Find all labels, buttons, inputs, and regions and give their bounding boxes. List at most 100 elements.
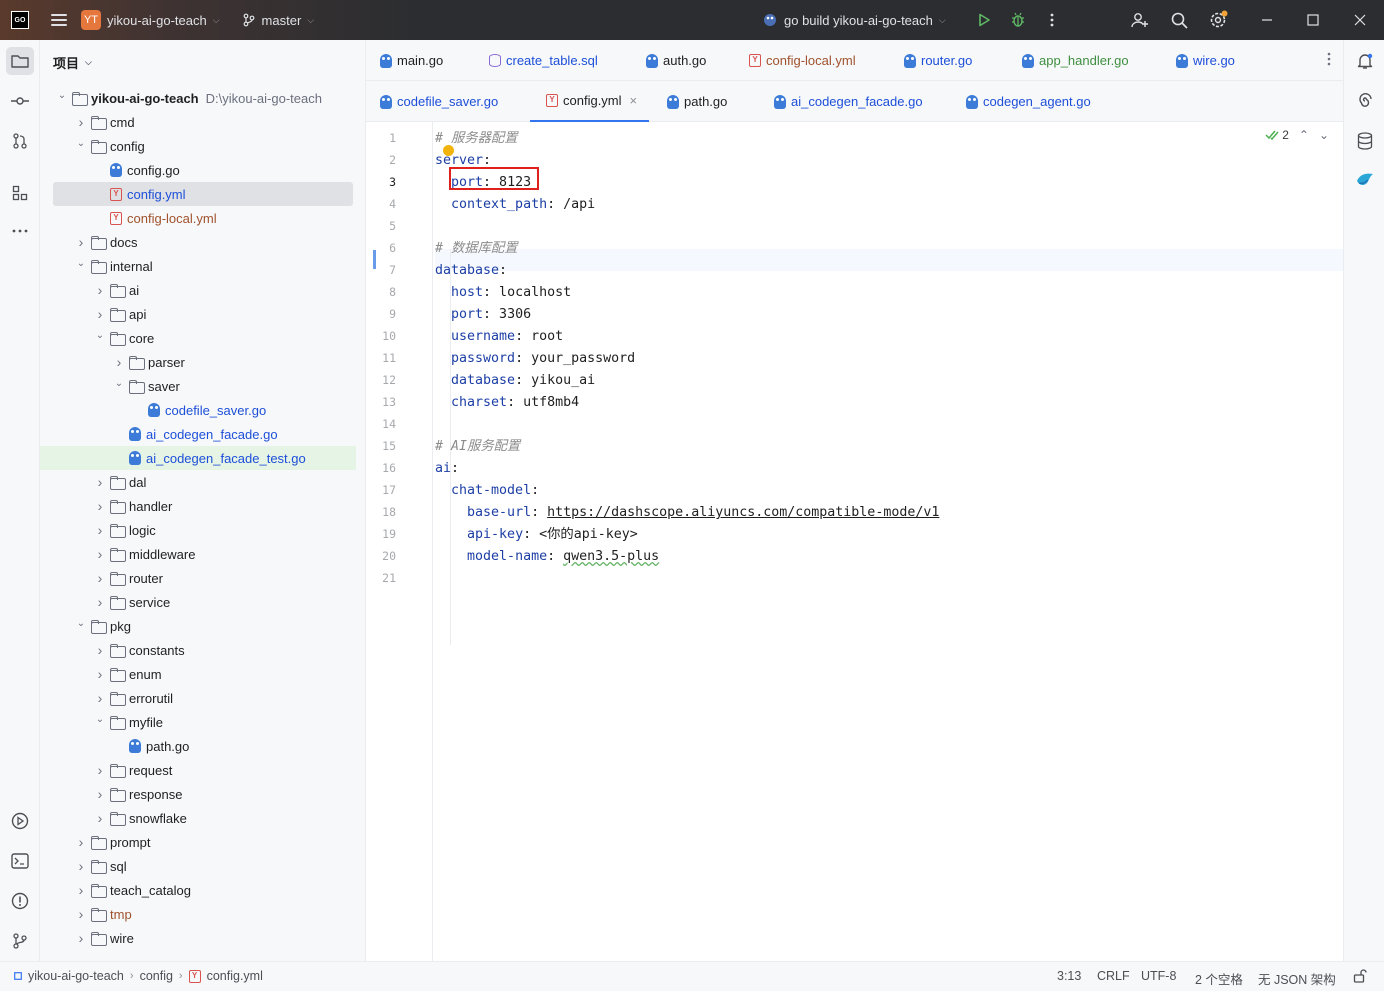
chevron-right-icon[interactable]: › xyxy=(94,690,106,706)
tree-folder[interactable]: › service xyxy=(40,590,356,614)
tabs-more-button[interactable] xyxy=(1327,52,1331,69)
editor-tab[interactable]: ai_codegen_facade.go xyxy=(770,81,923,122)
editor-tab[interactable]: auth.go xyxy=(642,40,706,81)
maximize-button[interactable] xyxy=(1299,0,1327,40)
tree-folder[interactable]: › enum xyxy=(40,662,356,686)
file-encoding[interactable]: UTF-8 xyxy=(1141,969,1176,983)
chevron-right-icon[interactable]: › xyxy=(94,474,106,490)
tree-folder[interactable]: ⌄ pkg xyxy=(40,614,356,638)
tree-folder[interactable]: › logic xyxy=(40,518,356,542)
chevron-right-icon[interactable]: › xyxy=(113,354,125,370)
add-user-button[interactable] xyxy=(1125,0,1155,40)
tree-folder[interactable]: › dal xyxy=(40,470,356,494)
problems-tool-button[interactable] xyxy=(6,887,34,915)
tree-folder[interactable]: › parser xyxy=(40,350,356,374)
chevron-right-icon[interactable]: › xyxy=(75,834,87,850)
breadcrumb-item[interactable]: yikou-ai-go-teach xyxy=(28,969,124,983)
tree-folder[interactable]: › cmd xyxy=(40,110,356,134)
run-tool-button[interactable] xyxy=(6,807,34,835)
tree-folder[interactable]: › router xyxy=(40,566,356,590)
settings-button[interactable] xyxy=(1204,0,1234,40)
pull-requests-tool-button[interactable] xyxy=(6,127,34,155)
tree-folder[interactable]: › snowflake xyxy=(40,806,356,830)
project-switcher[interactable]: YT yikou-ai-go-teach ⌵ xyxy=(81,10,220,30)
tree-folder[interactable]: ⌄ yikou-ai-go-teach D:\yikou-ai-go-teach xyxy=(40,86,356,110)
editor-tab[interactable]: app_handler.go xyxy=(1018,40,1129,81)
more-tools-button[interactable] xyxy=(6,217,34,245)
project-view-selector[interactable]: 项目 ⌵ xyxy=(53,53,92,72)
tree-file[interactable]: ai_codegen_facade_test.go xyxy=(40,446,356,470)
more-actions-button[interactable] xyxy=(1037,0,1067,40)
tree-folder[interactable]: › docs xyxy=(40,230,356,254)
git-tool-button[interactable] xyxy=(6,927,34,955)
debug-button[interactable] xyxy=(1003,0,1033,40)
lightbulb-icon[interactable] xyxy=(443,145,454,156)
breadcrumb-item[interactable]: config.yml xyxy=(207,969,263,983)
tree-folder[interactable]: › handler xyxy=(40,494,356,518)
editor-tab[interactable]: create_table.sql xyxy=(485,40,598,81)
editor-tab[interactable]: Yconfig.yml × xyxy=(530,81,650,122)
tree-file[interactable]: config.go xyxy=(40,158,356,182)
project-tool-button[interactable] xyxy=(6,47,34,75)
copilot-button[interactable] xyxy=(1352,166,1378,192)
chevron-right-icon[interactable]: › xyxy=(75,906,87,922)
chevron-right-icon[interactable]: › xyxy=(94,546,106,562)
tree-folder[interactable]: ⌄ saver xyxy=(40,374,356,398)
tree-folder[interactable]: › sql xyxy=(40,854,356,878)
tree-file[interactable]: Yconfig-local.yml xyxy=(40,206,356,230)
structure-tool-button[interactable] xyxy=(6,179,34,207)
ai-assistant-button[interactable] xyxy=(1352,88,1378,114)
tree-folder[interactable]: › teach_catalog xyxy=(40,878,356,902)
commit-tool-button[interactable] xyxy=(6,87,34,115)
chevron-right-icon[interactable]: › xyxy=(75,882,87,898)
chevron-right-icon[interactable]: › xyxy=(94,762,106,778)
line-separator[interactable]: CRLF xyxy=(1097,969,1130,983)
chevron-down-icon[interactable]: ⌄ xyxy=(94,330,106,341)
tree-folder[interactable]: › errorutil xyxy=(40,686,356,710)
tree-file[interactable]: ai_codegen_facade.go xyxy=(40,422,356,446)
tree-file[interactable]: Yconfig.yml xyxy=(53,182,353,206)
chevron-right-icon[interactable]: › xyxy=(94,594,106,610)
search-button[interactable] xyxy=(1164,0,1194,40)
chevron-right-icon[interactable]: › xyxy=(94,642,106,658)
minimize-button[interactable] xyxy=(1253,0,1281,40)
chevron-down-icon[interactable]: ⌄ xyxy=(94,714,106,725)
tree-folder[interactable]: › api xyxy=(40,302,356,326)
tree-file[interactable]: codefile_saver.go xyxy=(40,398,356,422)
tree-folder[interactable]: › middleware xyxy=(40,542,356,566)
chevron-right-icon[interactable]: › xyxy=(75,858,87,874)
chevron-right-icon[interactable]: › xyxy=(94,498,106,514)
tree-folder[interactable]: › tmp xyxy=(40,902,356,926)
main-menu-button[interactable] xyxy=(51,14,67,26)
indent-setting[interactable]: 2 个空格 xyxy=(1195,969,1243,988)
chevron-up-icon[interactable]: ⌃ xyxy=(1299,128,1309,142)
notifications-button[interactable] xyxy=(1352,48,1378,74)
tree-folder[interactable]: › request xyxy=(40,758,356,782)
editor-tab[interactable]: router.go xyxy=(900,40,972,81)
tree-file[interactable]: path.go xyxy=(40,734,356,758)
chevron-right-icon[interactable]: › xyxy=(94,282,106,298)
chevron-down-icon[interactable]: ⌄ xyxy=(56,90,68,101)
chevron-right-icon[interactable]: › xyxy=(94,666,106,682)
chevron-right-icon[interactable]: › xyxy=(94,306,106,322)
caret-position[interactable]: 3:13 xyxy=(1057,969,1081,983)
chevron-right-icon[interactable]: › xyxy=(75,930,87,946)
close-window-button[interactable] xyxy=(1346,0,1374,40)
chevron-right-icon[interactable]: › xyxy=(94,810,106,826)
json-schema[interactable]: 无 JSON 架构 xyxy=(1258,969,1336,988)
tree-folder[interactable]: ⌄ config xyxy=(40,134,356,158)
close-tab-icon[interactable]: × xyxy=(630,93,638,108)
chevron-down-icon[interactable]: ⌄ xyxy=(75,618,87,629)
chevron-down-icon[interactable]: ⌄ xyxy=(75,258,87,269)
inspection-widget[interactable]: 2 ⌃ ⌄ xyxy=(1265,128,1329,142)
database-tool-button[interactable] xyxy=(1352,128,1378,154)
terminal-tool-button[interactable] xyxy=(6,847,34,875)
branch-switcher[interactable]: master ⌵ xyxy=(242,13,314,28)
editor-tab[interactable]: wire.go xyxy=(1172,40,1235,81)
tree-folder[interactable]: ⌄ internal xyxy=(40,254,356,278)
editor-tab[interactable]: main.go xyxy=(376,40,443,81)
tree-folder[interactable]: ⌄ myfile xyxy=(40,710,356,734)
tree-folder[interactable]: ⌄ core xyxy=(40,326,356,350)
breadcrumb-item[interactable]: config xyxy=(140,969,173,983)
run-button[interactable] xyxy=(969,0,999,40)
